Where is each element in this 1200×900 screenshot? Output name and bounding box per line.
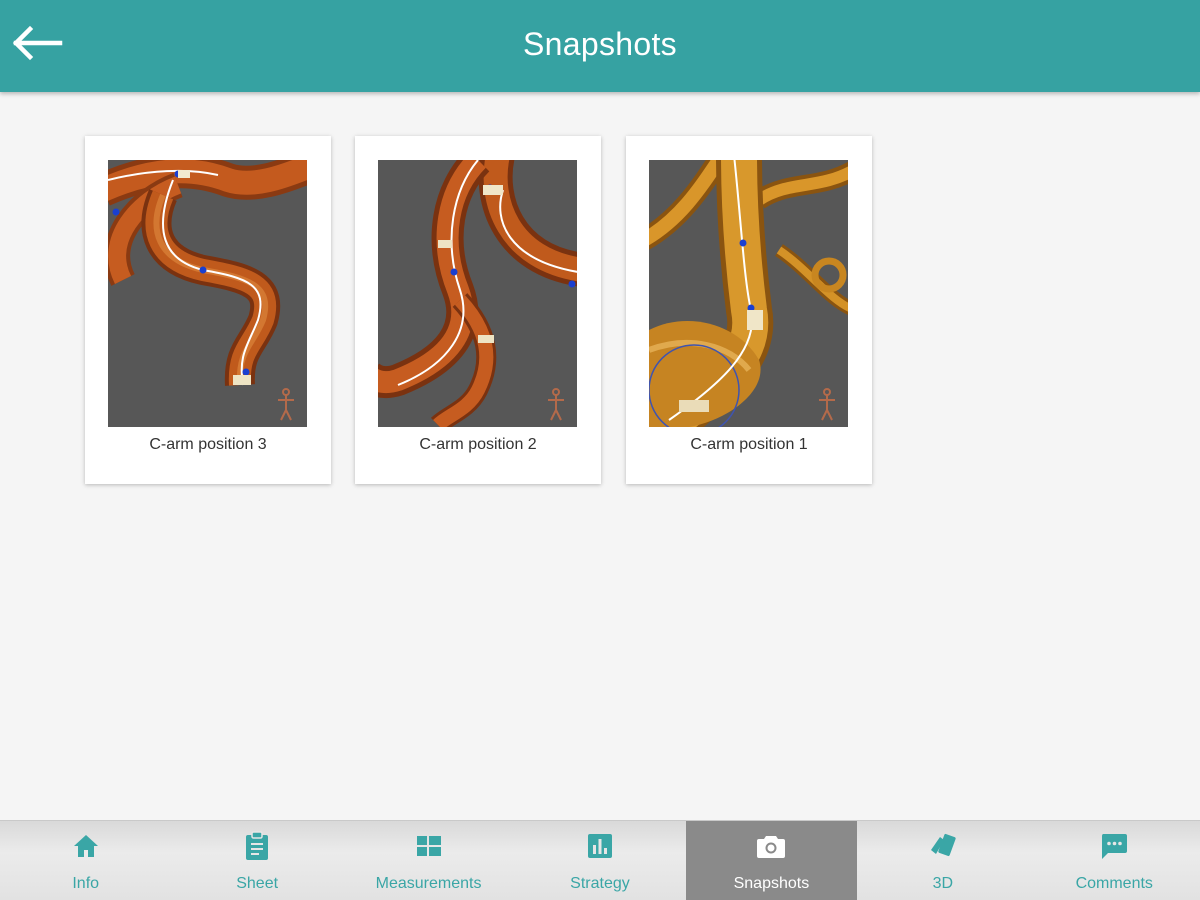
snapshot-caption: C-arm position 1 (690, 436, 808, 453)
clipboard-icon (242, 831, 272, 861)
bar-chart-icon (585, 831, 615, 861)
tab-info[interactable]: Info (0, 821, 171, 900)
tab-label: Snapshots (733, 875, 810, 892)
tab-snapshots[interactable]: Snapshots (685, 821, 858, 900)
snapshot-card[interactable]: C-arm position 2 (355, 136, 601, 484)
dashboard-grid-icon (414, 831, 444, 861)
tab-label: Info (72, 875, 100, 892)
app-bar: Snapshots (0, 0, 1200, 92)
tab-label: Sheet (236, 875, 279, 892)
tab-label: Comments (1075, 875, 1153, 892)
snapshot-card[interactable]: C-arm position 1 (626, 136, 872, 484)
snapshot-caption: C-arm position 2 (419, 436, 537, 453)
bottom-navigation: Info Sheet Measurements Strategy Snapsho… (0, 820, 1200, 900)
tab-measurements[interactable]: Measurements (343, 821, 514, 900)
tab-comments[interactable]: Comments (1029, 821, 1200, 900)
cards-icon (928, 831, 958, 861)
home-icon (71, 831, 101, 861)
snapshot-card[interactable]: C-arm position 3 (85, 136, 331, 484)
tab-3d[interactable]: 3D (857, 821, 1028, 900)
tab-label: 3D (932, 875, 954, 892)
snapshot-thumbnail (378, 160, 577, 427)
camera-icon (756, 831, 786, 861)
snapshot-grid: C-arm position 3 C-arm position 2 C-arm … (0, 92, 1200, 820)
page-title: Snapshots (523, 26, 677, 62)
tab-strategy[interactable]: Strategy (514, 821, 685, 900)
tab-sheet[interactable]: Sheet (171, 821, 342, 900)
snapshot-thumbnail (108, 160, 307, 427)
snapshot-caption: C-arm position 3 (149, 436, 267, 453)
tab-label: Measurements (375, 875, 482, 892)
chat-bubble-icon (1099, 831, 1129, 861)
tab-label: Strategy (570, 875, 630, 892)
snapshot-thumbnail (649, 160, 848, 427)
